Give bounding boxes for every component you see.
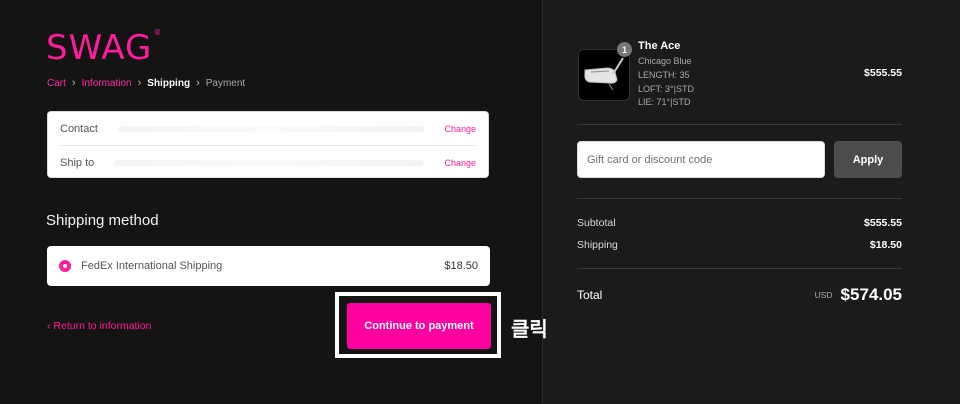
- putter-icon: [584, 57, 624, 91]
- shipping-method-heading: Shipping method: [46, 212, 159, 229]
- breadcrumb: Cart › Information › Shipping › Payment: [47, 77, 245, 89]
- breadcrumb-cart[interactable]: Cart: [47, 78, 66, 89]
- shipping-value: $18.50: [869, 239, 902, 251]
- chevron-right-icon: ›: [196, 77, 200, 89]
- total-row: Total USD $574.05: [577, 285, 902, 305]
- product-variant: Chicago Blue: [638, 56, 692, 66]
- contact-value-redacted: [117, 125, 425, 132]
- contact-label: Contact: [60, 122, 98, 135]
- chevron-right-icon: ›: [71, 77, 76, 89]
- swag-logo[interactable]: SWAG®: [46, 28, 162, 68]
- radio-dot: [63, 264, 67, 268]
- chevron-right-icon: ›: [137, 77, 142, 89]
- subtotal-value: $555.55: [864, 217, 902, 229]
- ship-to-label: Ship to: [60, 156, 95, 169]
- contact-row: Contact Change: [60, 112, 476, 146]
- shipping-option-name: FedEx International Shipping: [81, 260, 223, 272]
- product-lie: LIE: 71°|STD: [638, 97, 691, 107]
- subtotal-label: Subtotal: [577, 217, 616, 229]
- return-label: Return to information: [53, 320, 152, 332]
- registered-mark: ®: [153, 28, 163, 37]
- breadcrumb-payment: Payment: [205, 77, 246, 89]
- currency-code: USD: [814, 290, 833, 300]
- breadcrumb-shipping: Shipping: [147, 77, 191, 89]
- contact-change-link[interactable]: Change: [444, 124, 476, 134]
- quantity-badge: 1: [617, 42, 632, 57]
- review-box: Contact Change Ship to Change: [47, 111, 489, 178]
- shipping-row: Shipping $18.50: [577, 239, 902, 251]
- shipping-option-price: $18.50: [444, 260, 478, 272]
- ship-to-value-redacted: [114, 159, 425, 166]
- divider: [577, 198, 902, 199]
- subtotal-row: Subtotal $555.55: [577, 217, 902, 229]
- divider: [577, 268, 902, 269]
- return-to-information-link[interactable]: ‹ Return to information: [47, 320, 151, 332]
- product-price: $555.55: [864, 67, 902, 79]
- discount-code-input[interactable]: [577, 141, 825, 178]
- shipping-option-radio[interactable]: [59, 260, 71, 272]
- shipping-option[interactable]: FedEx International Shipping $18.50: [47, 246, 490, 286]
- apply-discount-button[interactable]: Apply: [834, 141, 902, 178]
- chevron-left-icon: ‹: [47, 320, 51, 332]
- breadcrumb-information[interactable]: Information: [82, 78, 132, 89]
- total-amount: USD $574.05: [815, 285, 902, 305]
- product-loft: LOFT: 3°|STD: [638, 84, 694, 94]
- divider: [577, 124, 902, 125]
- total-value: $574.05: [840, 285, 902, 304]
- continue-to-payment-button[interactable]: Continue to payment: [347, 303, 491, 349]
- ship-to-row: Ship to Change: [60, 146, 476, 179]
- shipping-label: Shipping: [577, 239, 618, 251]
- logo-text: SWAG: [46, 28, 153, 68]
- product-length: LENGTH: 35: [638, 70, 690, 80]
- product-name: The Ace: [638, 40, 681, 52]
- total-label: Total: [577, 288, 603, 302]
- click-annotation-label: 클릭: [511, 317, 548, 341]
- ship-to-change-link[interactable]: Change: [444, 158, 476, 168]
